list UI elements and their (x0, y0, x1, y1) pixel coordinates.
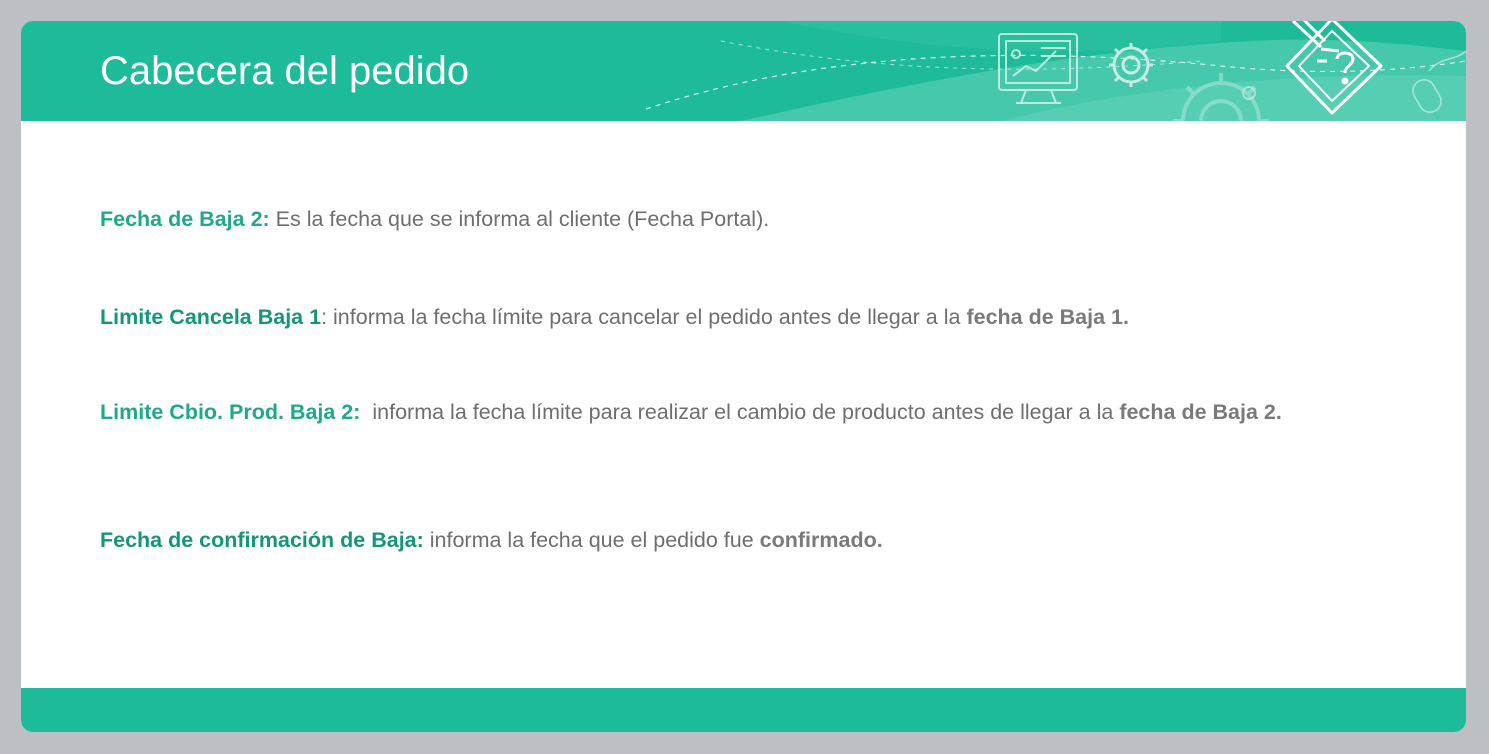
term-emphasis: fecha de Baja 2. (1119, 400, 1282, 424)
term-label: Limite Cbio. Prod. Baja 2: (100, 400, 361, 424)
page-title: Cabecera del pedido (100, 49, 470, 93)
slide: Cabecera del pedido Fecha de Baja 2: Es … (21, 21, 1466, 732)
term-label: Fecha de Baja 2: (100, 207, 270, 231)
definition-fecha-confirmacion-baja: Fecha de confirmación de Baja: informa l… (100, 524, 1390, 556)
definition-limite-cancela-baja-1: Limite Cancela Baja 1: informa la fecha … (100, 301, 1390, 333)
term-label: Fecha de confirmación de Baja: (100, 528, 424, 552)
header-banner: Cabecera del pedido (21, 21, 1466, 121)
definition-fecha-baja-2: Fecha de Baja 2: Es la fecha que se info… (100, 203, 1390, 235)
term-description: Es la fecha que se informa al cliente (F… (269, 207, 770, 231)
definition-limite-cbio-prod-baja-2: Limite Cbio. Prod. Baja 2: informa la fe… (100, 396, 1390, 428)
footer-bar (21, 688, 1466, 732)
term-description: informa la fecha que el pedido fue (423, 528, 760, 552)
term-label: Limite Cancela Baja 1 (100, 305, 322, 329)
term-emphasis: confirmado. (759, 528, 883, 552)
term-description: : informa la fecha límite para cancelar … (321, 305, 967, 329)
term-emphasis: fecha de Baja 1. (966, 305, 1129, 329)
term-description: informa la fecha límite para realizar el… (360, 400, 1120, 424)
